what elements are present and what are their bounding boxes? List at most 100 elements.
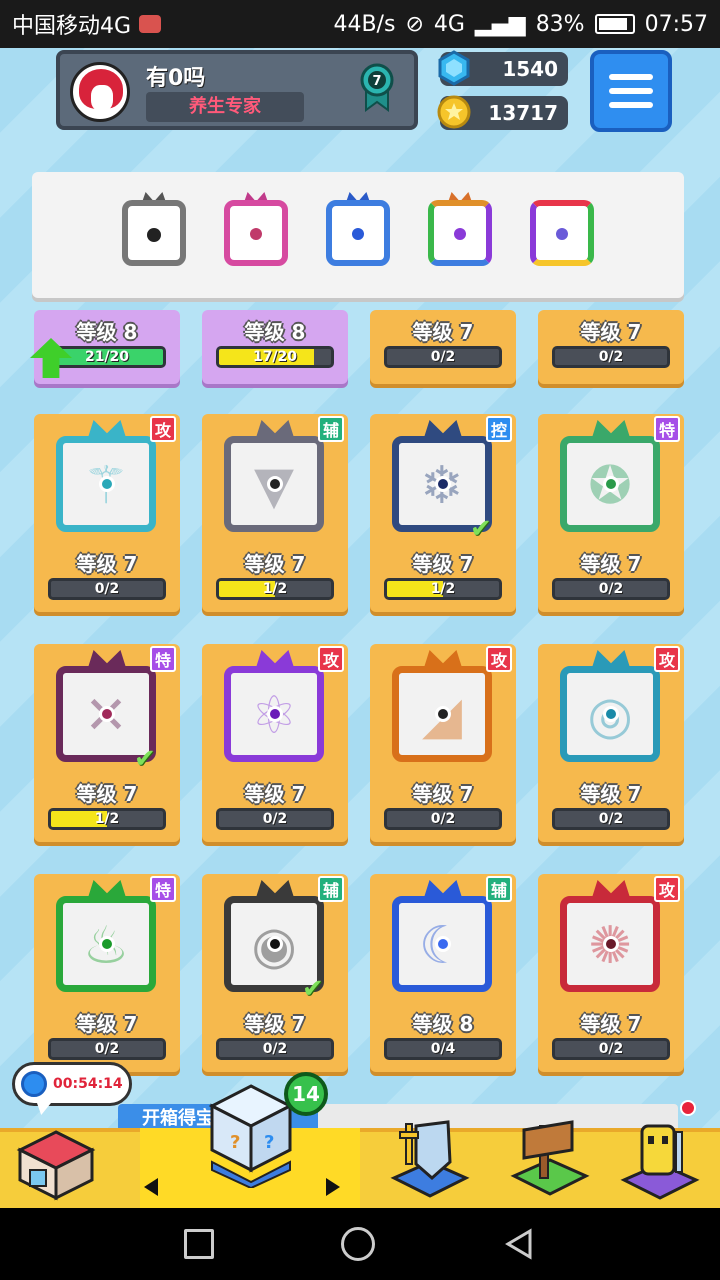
avatar[interactable] [70,62,130,122]
card-level: 等级 7 [76,782,138,806]
card-level: 等级 7 [412,782,474,806]
carrier-label: 中国移动4G [12,14,132,39]
battery-percent: 83% [535,11,585,37]
skill-card[interactable]: ▼辅等级 71/2 [202,414,348,612]
skill-card[interactable]: ◉✔辅等级 70/2 [202,874,348,1072]
card-top-3[interactable]: 等级 7 0/2 [370,310,516,384]
card-level: 等级 7 [76,552,138,576]
skill-card[interactable]: ⚚攻等级 70/2 [34,414,180,612]
card-progress-bar: 1/2 [384,578,502,600]
coin-count: 13717 [488,101,558,125]
card-progress: 1/2 [94,811,120,827]
menu-button[interactable] [590,50,672,132]
card-progress-bar: 0/2 [216,1038,334,1060]
rank-badge-icon[interactable]: 7 [360,62,394,112]
card-type-tag: 攻 [486,646,512,672]
card-progress-bar: 0/4 [384,1038,502,1060]
back-button[interactable] [502,1227,536,1261]
hero-shield-icon [390,1120,470,1198]
network-label: 4G [433,11,465,37]
card-progress: 0/2 [598,349,624,365]
card-level: 等级 7 [244,782,306,806]
card-progress: 0/2 [94,581,120,597]
skill-card[interactable]: ☾辅等级 80/4 [370,874,516,1072]
card-type-tag: 攻 [654,646,680,672]
card-grid: 等级 8 21/20 等级 8 17/20 等级 7 0/2 等级 7 0/2 … [0,310,720,1130]
card-type-tag: 特 [150,646,176,672]
core-dot-icon [267,706,283,722]
skill-card[interactable]: ✺攻等级 70/2 [538,874,684,1072]
card-progress: 0/2 [598,1041,624,1057]
core-dot-icon [99,706,115,722]
card-level: 等级 7 [244,1012,306,1036]
card-type-tag: 控 [486,416,512,442]
prev-arrow-icon[interactable] [144,1178,158,1196]
card-top-2[interactable]: 等级 8 17/20 [202,310,348,384]
card-type-tag: 攻 [150,416,176,442]
card-level: 等级 7 [412,320,474,344]
card-progress-bar: 1/2 [216,578,334,600]
card-progress-bar: 0/2 [384,808,502,830]
core-dot-icon [603,706,619,722]
nav-mystery-box[interactable]: ? ? 14 [140,1072,360,1208]
status-bar: 中国移动4G 44B/s ⊘ 4G ▂▄▆ 83% 07:57 [0,0,720,48]
card-level: 等级 8 [412,1012,474,1036]
nav-map[interactable] [500,1102,596,1208]
skill-card[interactable]: ◢攻等级 70/2 [370,644,516,842]
card-level: 等级 7 [412,552,474,576]
badge-level: 7 [372,74,381,89]
card-progress: 0/2 [430,349,456,365]
system-nav-bar [0,1208,720,1280]
player-name: 有0吗 [146,66,206,91]
nav-hero[interactable] [380,1102,476,1208]
skill-card[interactable]: ✕✔特等级 71/2 [34,644,180,842]
card-progress-bar: 0/2 [552,808,670,830]
gem-counter[interactable]: 1540 [438,50,568,86]
card-progress: 0/2 [262,811,288,827]
notification-dot [680,1100,696,1116]
stopwatch-icon [21,1071,47,1097]
next-arrow-icon[interactable] [326,1178,340,1196]
filter-tab-prism[interactable] [526,192,598,270]
card-level: 等级 7 [244,552,306,576]
core-dot-icon [603,936,619,952]
card-progress-bar: 0/2 [216,808,334,830]
card-level: 等级 7 [76,1012,138,1036]
card-top-1[interactable]: 等级 8 21/20 [30,310,180,384]
skill-card[interactable]: ◎攻等级 70/2 [538,644,684,842]
card-progress: 1/2 [262,581,288,597]
skill-card[interactable]: ❄✔控等级 71/2 [370,414,516,612]
skill-card[interactable]: ♨特等级 70/2 [34,874,180,1072]
card-progress-bar: 0/2 [48,578,166,600]
filter-tab-gray[interactable] [118,192,190,270]
nav-shop[interactable] [6,1102,102,1208]
card-top-4[interactable]: 等级 7 0/2 [538,310,684,384]
coin-icon [437,95,471,129]
core-dot-icon [99,476,115,492]
nav-character[interactable] [610,1100,706,1208]
core-dot-icon [435,936,451,952]
filter-tab-blue[interactable] [322,192,394,270]
event-timer[interactable]: 00:54:14 [12,1062,132,1115]
recents-button[interactable] [183,1229,214,1259]
player-profile[interactable]: 有0吗 养生专家 7 [56,50,418,130]
gem-count: 1540 [502,57,558,81]
battery-icon [594,14,635,34]
card-progress: 0/2 [598,581,624,597]
gem-icon [438,50,470,86]
mystery-box-icon: ? ? [208,1084,294,1188]
skill-card[interactable]: ⚛攻等级 70/2 [202,644,348,842]
coin-counter[interactable]: 13717 [437,95,568,130]
svg-text:?: ? [264,1132,274,1153]
filter-tab-rainbow[interactable] [424,192,496,270]
filter-tab-pink[interactable] [220,192,292,270]
game-screen: 有0吗 养生专家 7 1540 13717 等级 8 21/20 等级 8 17… [0,48,720,1208]
home-button[interactable] [340,1227,375,1261]
card-level: 等级 7 [580,782,642,806]
equipped-check-icon: ✔ [302,974,324,1004]
equipped-check-icon: ✔ [470,514,492,544]
skill-card[interactable]: ✪特等级 70/2 [538,414,684,612]
bottom-nav: ? ? 14 [0,1072,720,1208]
equipped-check-icon: ✔ [134,744,156,774]
card-type-tag: 辅 [486,876,512,902]
